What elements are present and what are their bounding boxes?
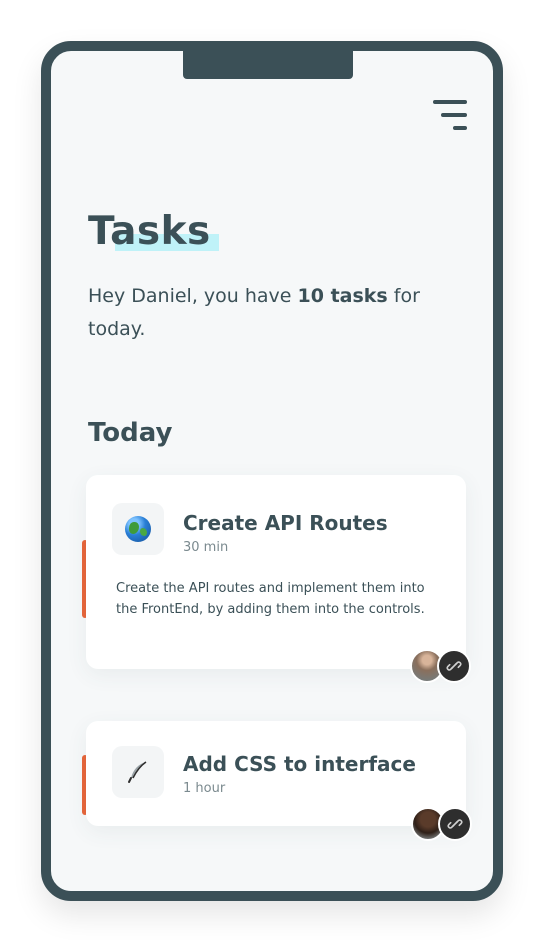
- link-icon[interactable]: [437, 649, 471, 683]
- task-count: 10 tasks: [297, 285, 388, 307]
- task-duration: 30 min: [183, 540, 229, 555]
- section-title-today: Today: [88, 418, 173, 448]
- greeting-prefix: Hey Daniel, you have: [88, 285, 298, 307]
- task-description: Create the API routes and implement them…: [116, 581, 425, 617]
- quill-pen-icon: [112, 746, 164, 798]
- phone-notch: [183, 51, 353, 79]
- task-card[interactable]: Add CSS to interface 1 hour: [86, 721, 466, 826]
- task-title: Create API Routes: [183, 511, 388, 535]
- task-duration: 1 hour: [183, 781, 226, 796]
- task-title: Add CSS to interface: [183, 752, 416, 776]
- link-icon[interactable]: [438, 807, 472, 841]
- menu-icon[interactable]: [431, 97, 471, 131]
- task-card[interactable]: Create API Routes 30 min Create the API …: [86, 475, 466, 669]
- page-title: Tasks: [88, 209, 211, 254]
- phone-frame: Tasks Hey Daniel, you have 10 tasks for …: [41, 41, 503, 901]
- globe-icon: [112, 503, 164, 555]
- greeting-text: Hey Daniel, you have 10 tasks for today.: [88, 280, 428, 346]
